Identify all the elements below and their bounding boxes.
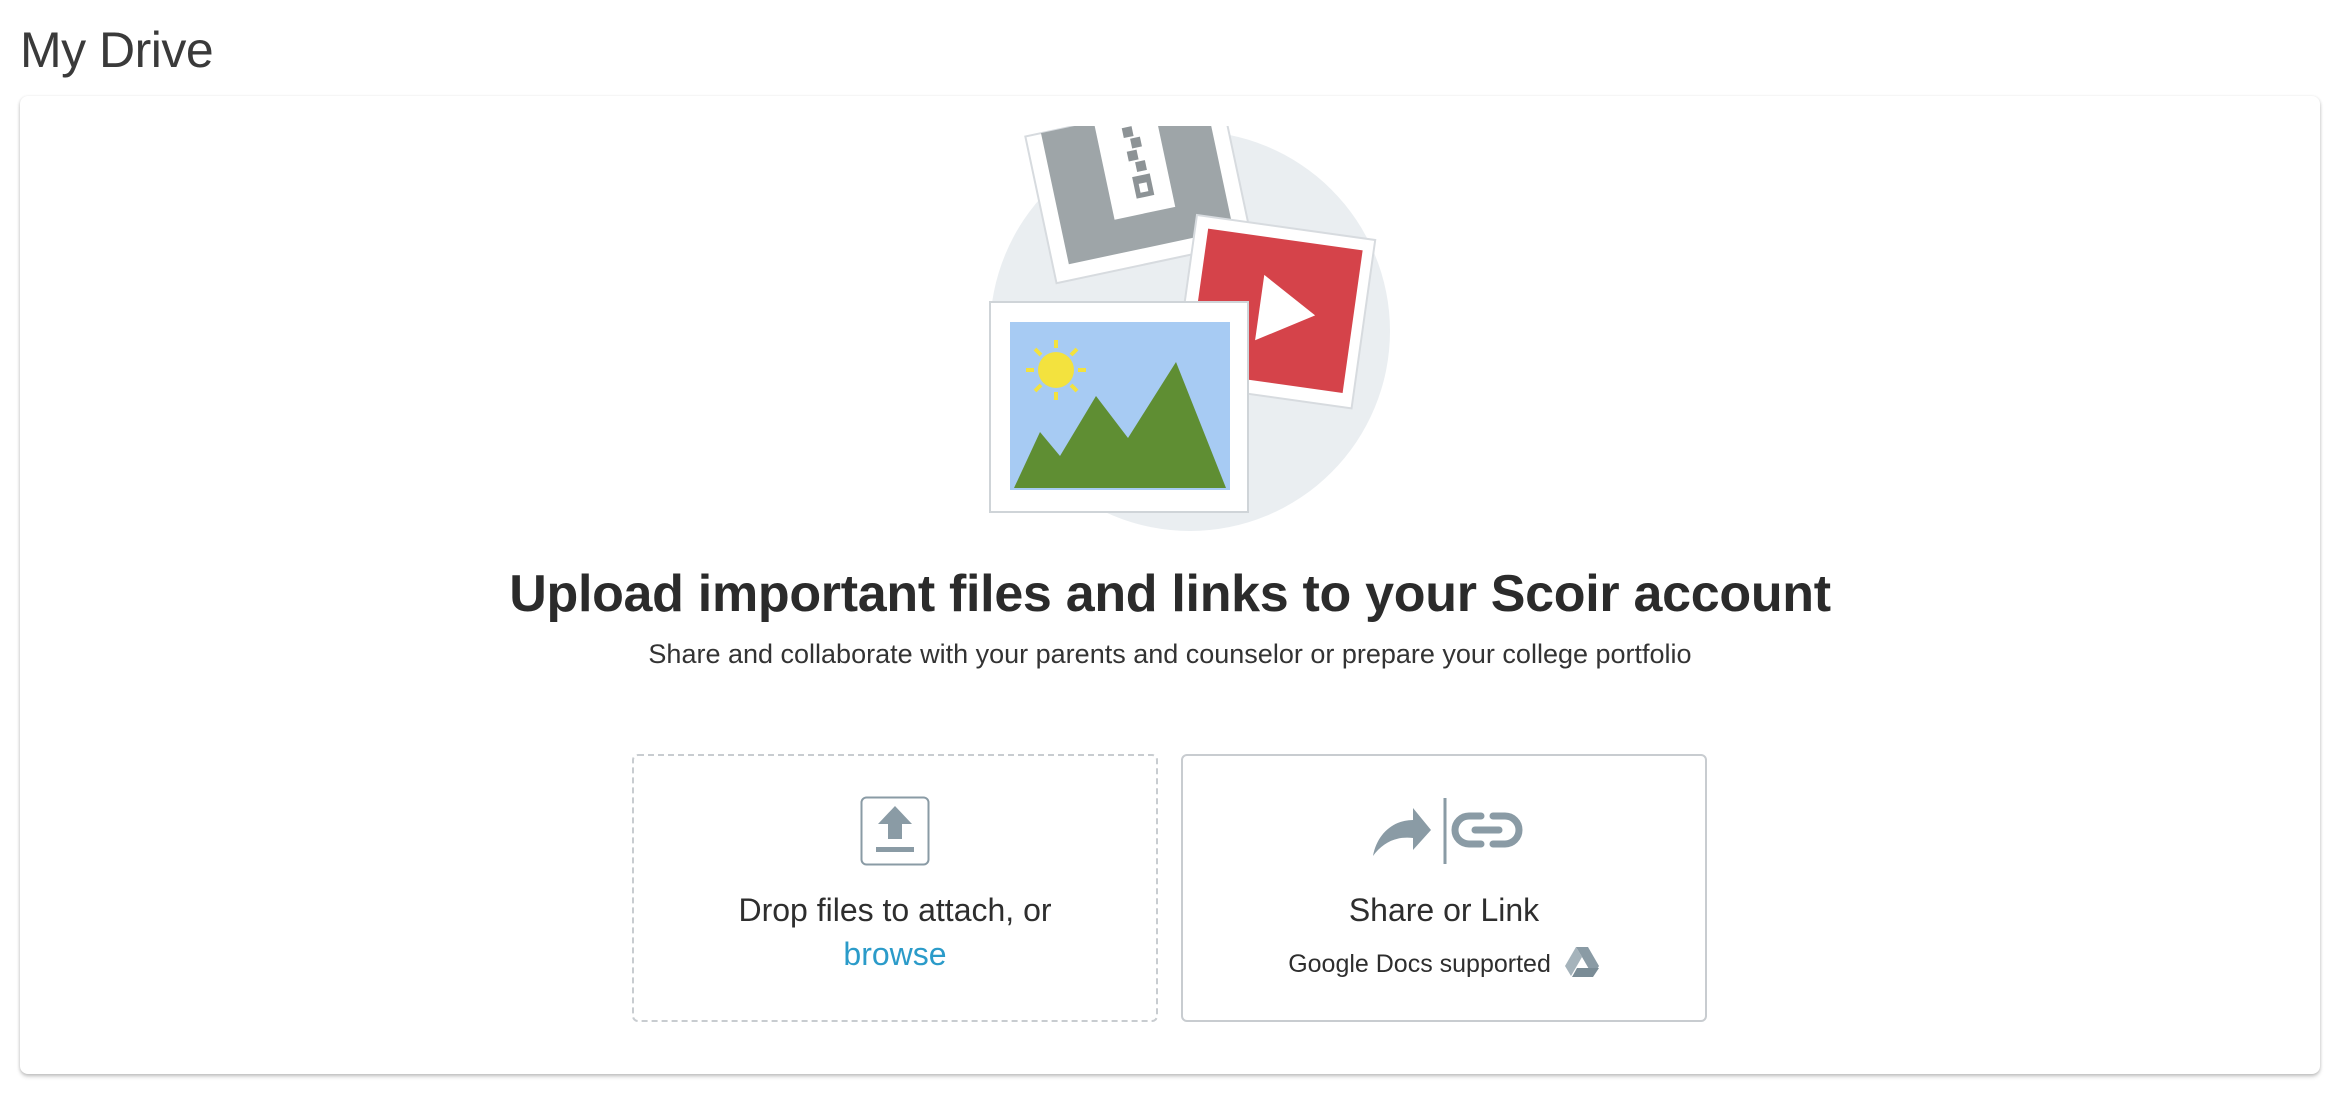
google-drive-icon [1564,947,1599,978]
empty-state-headline: Upload important files and links to your… [509,565,1831,623]
share-or-link-label: Share or Link [1348,892,1540,928]
files-illustration [989,126,1390,531]
google-docs-label: Google Docs supported [1288,950,1551,978]
drive-card: Upload important files and links to your… [20,96,2320,1074]
upload-icon [860,796,930,866]
empty-state-subheadline: Share and collaborate with your parents … [648,639,1692,669]
google-docs-note: Google Docs supported [1183,946,1705,982]
share-link-icons [1373,798,1523,864]
browse-link[interactable]: browse [634,934,1156,974]
file-drop-zone[interactable]: Drop files to attach, or browse [632,754,1158,1022]
share-or-link-button[interactable]: Share or Link Google Docs supported [1181,754,1707,1022]
share-arrow-icon [1373,808,1431,856]
drop-files-label: Drop files to attach, or [738,892,1052,928]
link-icon [1451,812,1523,848]
image-file-card [989,301,1249,513]
page-title: My Drive [20,22,214,78]
